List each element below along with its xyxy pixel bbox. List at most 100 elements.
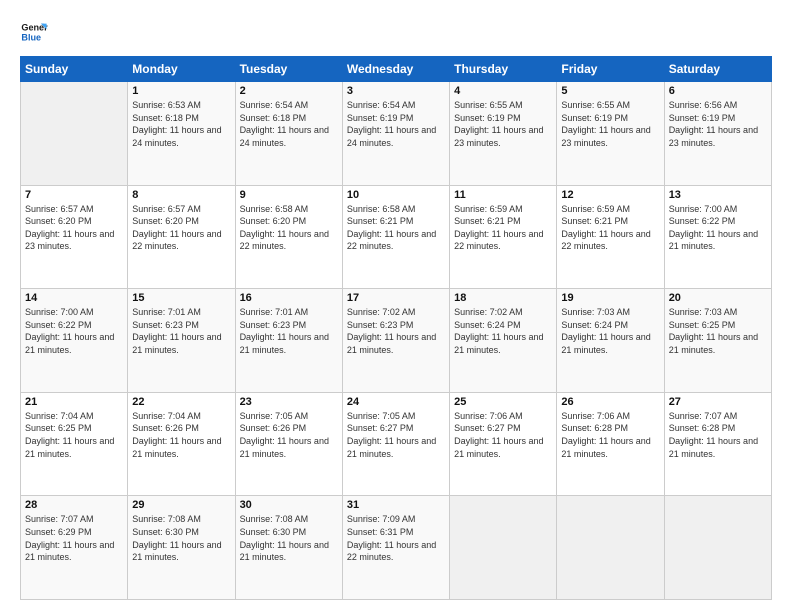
day-number: 19 (561, 292, 659, 304)
calendar-cell: 12 Sunrise: 6:59 AMSunset: 6:21 PMDaylig… (557, 185, 664, 289)
calendar-cell: 7 Sunrise: 6:57 AMSunset: 6:20 PMDayligh… (21, 185, 128, 289)
calendar-cell: 23 Sunrise: 7:05 AMSunset: 6:26 PMDaylig… (235, 392, 342, 496)
day-info: Sunrise: 7:04 AMSunset: 6:25 PMDaylight:… (25, 411, 114, 459)
logo-icon: General Blue (20, 18, 48, 46)
weekday-header: Tuesday (235, 57, 342, 82)
day-number: 4 (454, 85, 552, 97)
calendar-cell: 28 Sunrise: 7:07 AMSunset: 6:29 PMDaylig… (21, 496, 128, 600)
day-info: Sunrise: 7:01 AMSunset: 6:23 PMDaylight:… (240, 307, 329, 355)
day-info: Sunrise: 7:01 AMSunset: 6:23 PMDaylight:… (132, 307, 221, 355)
calendar-cell: 13 Sunrise: 7:00 AMSunset: 6:22 PMDaylig… (664, 185, 771, 289)
day-info: Sunrise: 7:08 AMSunset: 6:30 PMDaylight:… (132, 514, 221, 562)
day-info: Sunrise: 7:03 AMSunset: 6:25 PMDaylight:… (669, 307, 758, 355)
day-info: Sunrise: 7:04 AMSunset: 6:26 PMDaylight:… (132, 411, 221, 459)
day-number: 16 (240, 292, 338, 304)
day-number: 20 (669, 292, 767, 304)
day-number: 6 (669, 85, 767, 97)
day-number: 7 (25, 189, 123, 201)
calendar-cell: 8 Sunrise: 6:57 AMSunset: 6:20 PMDayligh… (128, 185, 235, 289)
day-number: 31 (347, 499, 445, 511)
calendar-table: SundayMondayTuesdayWednesdayThursdayFrid… (20, 56, 772, 600)
day-info: Sunrise: 6:59 AMSunset: 6:21 PMDaylight:… (561, 204, 650, 252)
day-number: 28 (25, 499, 123, 511)
day-info: Sunrise: 6:54 AMSunset: 6:19 PMDaylight:… (347, 100, 436, 148)
calendar-cell: 27 Sunrise: 7:07 AMSunset: 6:28 PMDaylig… (664, 392, 771, 496)
day-number: 17 (347, 292, 445, 304)
day-number: 29 (132, 499, 230, 511)
calendar-cell: 31 Sunrise: 7:09 AMSunset: 6:31 PMDaylig… (342, 496, 449, 600)
calendar-cell: 4 Sunrise: 6:55 AMSunset: 6:19 PMDayligh… (450, 82, 557, 186)
day-info: Sunrise: 7:02 AMSunset: 6:24 PMDaylight:… (454, 307, 543, 355)
calendar-week-row: 28 Sunrise: 7:07 AMSunset: 6:29 PMDaylig… (21, 496, 772, 600)
day-number: 5 (561, 85, 659, 97)
day-number: 10 (347, 189, 445, 201)
day-number: 24 (347, 396, 445, 408)
calendar-cell: 22 Sunrise: 7:04 AMSunset: 6:26 PMDaylig… (128, 392, 235, 496)
day-info: Sunrise: 7:02 AMSunset: 6:23 PMDaylight:… (347, 307, 436, 355)
day-number: 2 (240, 85, 338, 97)
header: General Blue (20, 18, 772, 46)
day-info: Sunrise: 6:54 AMSunset: 6:18 PMDaylight:… (240, 100, 329, 148)
day-number: 23 (240, 396, 338, 408)
weekday-header: Sunday (21, 57, 128, 82)
day-info: Sunrise: 7:08 AMSunset: 6:30 PMDaylight:… (240, 514, 329, 562)
day-info: Sunrise: 7:06 AMSunset: 6:27 PMDaylight:… (454, 411, 543, 459)
calendar-cell: 3 Sunrise: 6:54 AMSunset: 6:19 PMDayligh… (342, 82, 449, 186)
calendar-cell: 29 Sunrise: 7:08 AMSunset: 6:30 PMDaylig… (128, 496, 235, 600)
day-info: Sunrise: 6:57 AMSunset: 6:20 PMDaylight:… (132, 204, 221, 252)
day-info: Sunrise: 7:05 AMSunset: 6:27 PMDaylight:… (347, 411, 436, 459)
logo: General Blue (20, 18, 48, 46)
calendar-cell: 11 Sunrise: 6:59 AMSunset: 6:21 PMDaylig… (450, 185, 557, 289)
calendar-cell: 24 Sunrise: 7:05 AMSunset: 6:27 PMDaylig… (342, 392, 449, 496)
day-number: 26 (561, 396, 659, 408)
day-info: Sunrise: 6:55 AMSunset: 6:19 PMDaylight:… (561, 100, 650, 148)
day-number: 30 (240, 499, 338, 511)
day-info: Sunrise: 6:56 AMSunset: 6:19 PMDaylight:… (669, 100, 758, 148)
calendar-cell: 26 Sunrise: 7:06 AMSunset: 6:28 PMDaylig… (557, 392, 664, 496)
day-info: Sunrise: 7:07 AMSunset: 6:29 PMDaylight:… (25, 514, 114, 562)
calendar-cell: 16 Sunrise: 7:01 AMSunset: 6:23 PMDaylig… (235, 289, 342, 393)
calendar-cell: 19 Sunrise: 7:03 AMSunset: 6:24 PMDaylig… (557, 289, 664, 393)
day-info: Sunrise: 7:06 AMSunset: 6:28 PMDaylight:… (561, 411, 650, 459)
calendar-cell: 17 Sunrise: 7:02 AMSunset: 6:23 PMDaylig… (342, 289, 449, 393)
day-number: 12 (561, 189, 659, 201)
day-number: 9 (240, 189, 338, 201)
calendar-cell: 9 Sunrise: 6:58 AMSunset: 6:20 PMDayligh… (235, 185, 342, 289)
day-info: Sunrise: 6:58 AMSunset: 6:21 PMDaylight:… (347, 204, 436, 252)
calendar-cell: 10 Sunrise: 6:58 AMSunset: 6:21 PMDaylig… (342, 185, 449, 289)
svg-text:Blue: Blue (21, 32, 41, 42)
day-info: Sunrise: 7:09 AMSunset: 6:31 PMDaylight:… (347, 514, 436, 562)
calendar-week-row: 21 Sunrise: 7:04 AMSunset: 6:25 PMDaylig… (21, 392, 772, 496)
page: General Blue SundayMondayTuesdayWednesda… (0, 0, 792, 612)
calendar-cell: 2 Sunrise: 6:54 AMSunset: 6:18 PMDayligh… (235, 82, 342, 186)
calendar-cell (21, 82, 128, 186)
calendar-cell: 1 Sunrise: 6:53 AMSunset: 6:18 PMDayligh… (128, 82, 235, 186)
calendar-cell: 18 Sunrise: 7:02 AMSunset: 6:24 PMDaylig… (450, 289, 557, 393)
day-info: Sunrise: 6:53 AMSunset: 6:18 PMDaylight:… (132, 100, 221, 148)
day-number: 1 (132, 85, 230, 97)
day-number: 14 (25, 292, 123, 304)
day-info: Sunrise: 6:59 AMSunset: 6:21 PMDaylight:… (454, 204, 543, 252)
calendar-cell (664, 496, 771, 600)
day-info: Sunrise: 7:07 AMSunset: 6:28 PMDaylight:… (669, 411, 758, 459)
day-number: 8 (132, 189, 230, 201)
day-info: Sunrise: 7:05 AMSunset: 6:26 PMDaylight:… (240, 411, 329, 459)
calendar-cell: 5 Sunrise: 6:55 AMSunset: 6:19 PMDayligh… (557, 82, 664, 186)
calendar-cell (557, 496, 664, 600)
day-number: 27 (669, 396, 767, 408)
calendar-cell: 21 Sunrise: 7:04 AMSunset: 6:25 PMDaylig… (21, 392, 128, 496)
day-number: 13 (669, 189, 767, 201)
day-number: 21 (25, 396, 123, 408)
calendar-cell: 6 Sunrise: 6:56 AMSunset: 6:19 PMDayligh… (664, 82, 771, 186)
day-number: 18 (454, 292, 552, 304)
day-info: Sunrise: 7:00 AMSunset: 6:22 PMDaylight:… (25, 307, 114, 355)
calendar-cell: 14 Sunrise: 7:00 AMSunset: 6:22 PMDaylig… (21, 289, 128, 393)
day-number: 3 (347, 85, 445, 97)
day-info: Sunrise: 6:57 AMSunset: 6:20 PMDaylight:… (25, 204, 114, 252)
weekday-header: Friday (557, 57, 664, 82)
weekday-header: Saturday (664, 57, 771, 82)
day-number: 25 (454, 396, 552, 408)
day-number: 15 (132, 292, 230, 304)
weekday-header: Wednesday (342, 57, 449, 82)
day-info: Sunrise: 6:55 AMSunset: 6:19 PMDaylight:… (454, 100, 543, 148)
